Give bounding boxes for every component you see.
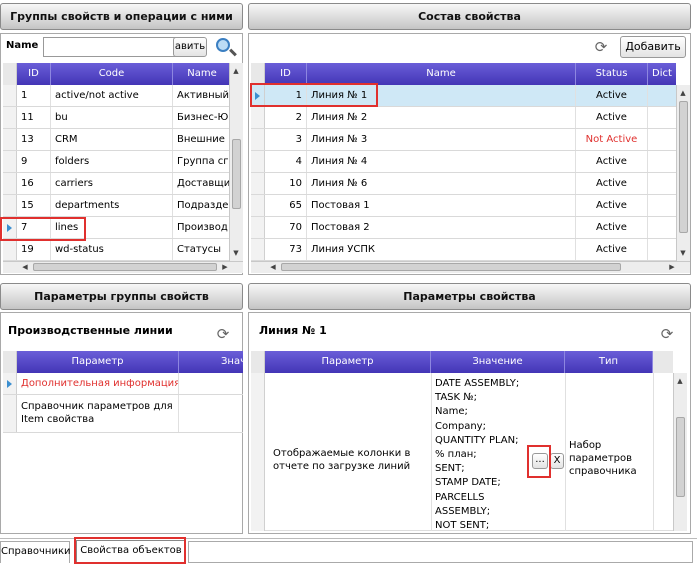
column-code[interactable]: Code <box>51 63 173 85</box>
add-group-button-label: авить <box>174 41 206 52</box>
column-type[interactable]: Тип <box>565 351 653 373</box>
groups-horizontal-scrollbar[interactable]: ◀ ▶ <box>3 261 243 273</box>
search-icon[interactable] <box>216 38 230 52</box>
property-parameters-panel: Линия № 1 ⟳ Параметр Значение Тип Отобра… <box>248 312 691 534</box>
property-groups-header: Группы свойств и операции с ними <box>0 3 243 30</box>
column-value[interactable]: Значение <box>431 351 565 373</box>
property-params-row[interactable]: Отображаемые колонки в отчете по загрузк… <box>251 373 673 531</box>
highlight-object-properties-tab <box>74 537 186 564</box>
add-button[interactable]: Добавить <box>620 36 686 58</box>
highlight-line1-row <box>250 83 378 107</box>
param-name-cell: Отображаемые колонки в отчете по загрузк… <box>273 448 411 472</box>
table-row[interactable]: 9 folders Группа сг <box>3 151 231 173</box>
property-composition-panel: ⟳ Добавить ID Name Status Dict 1 Линия №… <box>248 33 691 275</box>
column-name[interactable]: Name <box>307 63 576 85</box>
highlight-browse-button <box>527 445 551 478</box>
table-row-selected[interactable]: Дополнительная информация <box>3 373 243 395</box>
groups-grid-header: ID Code Name <box>3 63 231 85</box>
table-row[interactable]: 16 carriers Доставщи <box>3 173 231 195</box>
table-row[interactable]: 3 Линия № 3 Not Active <box>251 129 676 151</box>
table-row[interactable]: 4 Линия № 4 Active <box>251 151 676 173</box>
column-parameter[interactable]: Параметр <box>265 351 431 373</box>
table-row[interactable]: 11 bu Бизнес-Ю <box>3 107 231 129</box>
table-row[interactable]: 1 active/not active Активный <box>3 85 231 107</box>
group-params-grid-body: Дополнительная информация Справочник пар… <box>3 373 243 433</box>
group-subtitle: Производственные линии <box>8 324 173 337</box>
name-filter-label: Name <box>6 40 39 51</box>
column-value[interactable]: Значе <box>179 351 243 373</box>
table-row[interactable]: 65 Постовая 1 Active <box>251 195 676 217</box>
highlight-lines-row <box>0 217 86 241</box>
row-arrow-icon <box>3 373 17 394</box>
property-parameters-header: Параметры свойства <box>248 283 691 310</box>
property-composition-header: Состав свойства <box>248 3 691 30</box>
property-params-grid-header: Параметр Значение Тип <box>251 351 673 373</box>
tab-content-area <box>188 541 693 563</box>
group-params-grid-header: Параметр Значе <box>3 351 243 373</box>
property-subtitle: Линия № 1 <box>259 324 327 337</box>
column-status[interactable]: Status <box>576 63 648 85</box>
column-id[interactable]: ID <box>17 63 51 85</box>
column-dict[interactable]: Dict <box>648 63 676 85</box>
column-parameter[interactable]: Параметр <box>17 351 179 373</box>
refresh-icon[interactable]: ⟳ <box>593 39 609 55</box>
items-grid-header: ID Name Status Dict <box>251 63 676 85</box>
groups-vertical-scrollbar[interactable]: ▲ ▼ <box>229 63 243 261</box>
table-row[interactable]: 70 Постовая 2 Active <box>251 217 676 239</box>
refresh-icon[interactable]: ⟳ <box>659 326 675 342</box>
table-row[interactable]: 10 Линия № 6 Active <box>251 173 676 195</box>
items-horizontal-scrollbar[interactable]: ◀ ▶ <box>251 261 690 273</box>
column-name[interactable]: Name <box>173 63 231 85</box>
items-vertical-scrollbar[interactable]: ▲ ▼ <box>676 85 690 261</box>
column-id[interactable]: ID <box>265 63 307 85</box>
param-value-list: DATE ASSEMBLY; TASK №; Name; Company; QU… <box>435 378 520 532</box>
table-row[interactable]: 19 wd-status Статусы <box>3 239 231 261</box>
group-parameters-panel: Производственные линии ⟳ Параметр Значе … <box>0 312 243 534</box>
table-row[interactable]: Справочник параметров для Item свойства <box>3 395 243 433</box>
tab-directories[interactable]: Справочники <box>0 541 71 563</box>
table-row[interactable]: 73 Линия УСПК Active <box>251 239 676 261</box>
add-group-button[interactable]: авить <box>173 37 207 57</box>
status-badge-inactive: Not Active <box>576 129 648 150</box>
table-row[interactable]: 15 departments Подразде <box>3 195 231 217</box>
group-parameters-header: Параметры группы свойств <box>0 283 243 310</box>
table-row[interactable]: 2 Линия № 2 Active <box>251 107 676 129</box>
refresh-icon[interactable]: ⟳ <box>215 326 231 342</box>
search-icon-handle <box>229 48 237 57</box>
table-row[interactable]: 13 CRM Внешние <box>3 129 231 151</box>
param-type-cell: Набор параметров справочника <box>569 440 637 477</box>
items-grid-body: 1 Линия № 1 Active 2 Линия № 2 Active 3 … <box>251 85 676 261</box>
clear-button[interactable]: X <box>550 453 564 469</box>
params-vertical-scrollbar[interactable]: ▲ <box>673 373 687 531</box>
